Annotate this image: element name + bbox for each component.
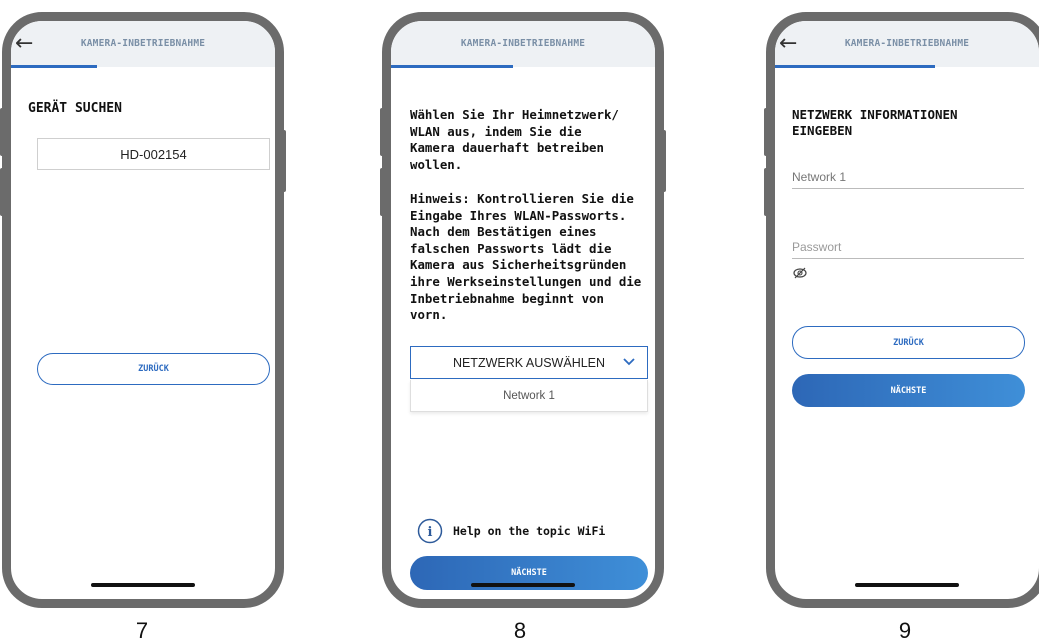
help-wifi-label: Help on the topic WiFi bbox=[453, 524, 606, 538]
header-title: KAMERA-INBETRIEBNAHME bbox=[80, 38, 206, 49]
step-number: 8 bbox=[513, 618, 527, 643]
home-indicator bbox=[91, 583, 195, 587]
progress-bar bbox=[391, 65, 513, 68]
header-title: KAMERA-INBETRIEBNAHME bbox=[460, 38, 586, 49]
back-button[interactable]: ZURÜCK bbox=[792, 326, 1025, 359]
eye-hidden-icon[interactable] bbox=[792, 265, 808, 281]
svg-text:i: i bbox=[428, 525, 433, 540]
back-button[interactable]: ZURÜCK bbox=[37, 353, 270, 385]
step-number: 9 bbox=[898, 618, 912, 643]
info-icon: i bbox=[417, 518, 443, 544]
page-title: NETZWERK INFORMATIONEN EINGEBEN bbox=[792, 107, 958, 138]
hint-text: Hinweis: Kontrollieren Sie die Eingabe I… bbox=[410, 191, 642, 323]
device-list-item[interactable]: HD-002154 bbox=[37, 138, 270, 170]
phone-screen-9: ← KAMERA-INBETRIEBNAHME NETZWERK INFORMA… bbox=[766, 12, 1039, 608]
home-indicator bbox=[855, 583, 959, 587]
app-header: ← KAMERA-INBETRIEBNAHME bbox=[11, 21, 275, 67]
network-select[interactable]: NETZWERK AUSWÄHLEN bbox=[410, 346, 648, 379]
step-number: 7 bbox=[135, 618, 149, 643]
chevron-down-icon bbox=[623, 358, 635, 366]
phone-screen-7: ← KAMERA-INBETRIEBNAHME GERÄT SUCHEN HD-… bbox=[2, 12, 284, 608]
home-indicator bbox=[471, 583, 575, 587]
progress-bar bbox=[775, 65, 935, 68]
instruction-text: Wählen Sie Ihr Heimnetzwerk/ WLAN aus, i… bbox=[410, 107, 619, 172]
page-title: GERÄT SUCHEN bbox=[28, 101, 122, 116]
help-wifi-link[interactable]: i Help on the topic WiFi bbox=[417, 517, 605, 545]
network-select-label: NETZWERK AUSWÄHLEN bbox=[452, 355, 606, 370]
header-title: KAMERA-INBETRIEBNAHME bbox=[844, 38, 970, 49]
password-field[interactable]: Passwort bbox=[792, 231, 1024, 259]
next-button[interactable]: NÄCHSTE bbox=[792, 374, 1025, 407]
app-header: KAMERA-INBETRIEBNAHME bbox=[391, 21, 655, 67]
progress-bar bbox=[11, 65, 97, 68]
app-header: ← KAMERA-INBETRIEBNAHME bbox=[775, 21, 1039, 67]
phone-screen-8: KAMERA-INBETRIEBNAHME Wählen Sie Ihr Hei… bbox=[382, 12, 664, 608]
network-option[interactable]: Network 1 bbox=[410, 380, 648, 412]
network-name-field[interactable]: Network 1 bbox=[792, 161, 1024, 189]
